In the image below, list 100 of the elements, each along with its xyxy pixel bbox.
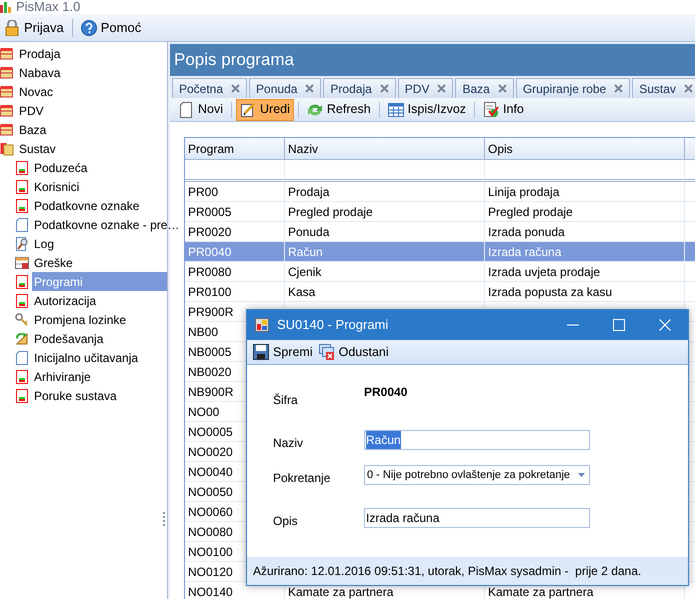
tree-item[interactable]: Poruke sustava xyxy=(32,386,167,405)
tree-item[interactable]: Podešavanja xyxy=(32,329,167,348)
refresh-icon xyxy=(306,102,323,118)
checklist-icon xyxy=(483,102,500,118)
arrow-icon xyxy=(15,332,29,346)
close-icon[interactable] xyxy=(380,84,389,93)
close-icon[interactable] xyxy=(684,84,693,93)
splitter-grip[interactable] xyxy=(163,512,166,526)
table-cell-text: Izrada ponuda xyxy=(488,224,565,240)
menu-item[interactable]: Pomoć xyxy=(78,18,144,38)
table-cell-text: PR0100 xyxy=(188,284,232,300)
dialog-title: SU0140 - Programi xyxy=(277,316,390,334)
column-header[interactable]: Program xyxy=(185,138,285,159)
field-label: Šifra xyxy=(273,392,299,409)
table-row[interactable]: PR0080 Cjenik Izrada uvjeta prodaje xyxy=(185,262,695,282)
table-cell-text: Cjenik xyxy=(288,264,322,280)
tree-item[interactable]: Podatkovne oznake xyxy=(32,196,167,215)
close-icon[interactable] xyxy=(437,84,446,93)
tree-item[interactable]: Podatkovne oznake - pre… xyxy=(32,215,182,234)
column-header[interactable]: Opis xyxy=(485,138,685,159)
table-cell-text: NO0080 xyxy=(188,524,233,540)
bar-chart-icon xyxy=(0,1,12,13)
close-icon[interactable] xyxy=(498,84,507,93)
table-cell-text: NB00 xyxy=(188,324,218,340)
column-header[interactable]: Naziv xyxy=(285,138,485,159)
document-icon xyxy=(178,102,194,118)
dropdown[interactable]: 0 - Nije potrebno ovlaštenje za pokretanje xyxy=(364,465,590,485)
close-icon[interactable] xyxy=(231,84,240,93)
toolbar-button[interactable]: Odustani xyxy=(318,342,389,362)
tree-item[interactable]: PDV xyxy=(17,101,167,120)
table-cell-text: NO0040 xyxy=(188,464,233,480)
tree-item[interactable]: Poduzeća xyxy=(32,158,167,177)
tree-item[interactable]: Autorizacija xyxy=(32,291,167,310)
table-cell-text: NO0140 xyxy=(188,584,233,599)
book-icon xyxy=(0,66,14,80)
tree-item[interactable]: Baza xyxy=(17,120,167,139)
tree-item[interactable]: Inicijalno učitavanja xyxy=(32,348,167,367)
tree-item[interactable]: Nabava xyxy=(17,63,167,82)
toolbar-button[interactable]: Refresh xyxy=(302,98,375,120)
book-icon xyxy=(0,84,14,98)
document-icon xyxy=(15,350,29,364)
document-icon xyxy=(15,160,29,174)
tree-item[interactable]: Log xyxy=(32,234,167,253)
table-cell-text: NB0020 xyxy=(188,364,232,380)
toolbar-button[interactable]: Novi xyxy=(174,98,228,120)
close-icon[interactable] xyxy=(614,84,624,93)
table-cell-text: Ponuda xyxy=(288,224,330,240)
key-icon xyxy=(15,312,29,326)
text-field[interactable]: Izrada računa xyxy=(364,508,590,528)
book-icon xyxy=(0,122,14,136)
tree-item[interactable]: Prodaja xyxy=(17,44,167,63)
table-cell-text: PR0020 xyxy=(188,224,232,240)
table-cell-text: NB900R xyxy=(188,384,234,400)
table-cell-text: NO0100 xyxy=(188,544,233,560)
table-cell-text: PR0040 xyxy=(188,244,232,260)
table-cell-text: PR900R xyxy=(188,304,234,320)
table-row[interactable]: PR0100 Kasa Izrada popusta za kasu xyxy=(185,282,695,302)
table-icon xyxy=(15,256,29,270)
document-icon xyxy=(15,180,29,194)
table-cell-text: NO0050 xyxy=(188,484,233,500)
tree-item[interactable]: Korisnici xyxy=(32,177,167,196)
tree-item[interactable]: Promjena lozinke xyxy=(32,310,167,329)
table-icon xyxy=(388,102,404,118)
text-field[interactable]: Račun xyxy=(364,430,590,450)
document-icon xyxy=(15,274,29,288)
edit-icon xyxy=(240,102,256,118)
tree-item[interactable]: Greške xyxy=(32,253,167,272)
table-row[interactable]: PR0005 Pregled prodaje Pregled prodaje xyxy=(185,202,695,222)
toolbar-button[interactable]: Uredi xyxy=(236,98,294,120)
toolbar-button[interactable]: Ispis/Izvoz xyxy=(384,98,470,120)
toolbar-button[interactable]: Spremi xyxy=(253,342,313,362)
field-label: Pokretanje xyxy=(273,470,332,487)
window-icon xyxy=(255,318,269,332)
document-icon xyxy=(15,198,29,212)
tree-item[interactable]: Novac xyxy=(17,82,167,101)
table-cell-text: Kamate za partnera xyxy=(488,584,594,599)
status-bar: Ažurirano: 12.01.2016 09:51:31, utorak, PisMax sysadmin - prije 2 dana. xyxy=(247,557,688,585)
table-cell-text: NB0005 xyxy=(188,344,232,360)
table-cell-text: Linija prodaja xyxy=(488,184,560,200)
table-row[interactable]: PR00 Prodaja Linija prodaja xyxy=(185,182,695,202)
field-label: Naziv xyxy=(273,435,304,452)
document-icon xyxy=(15,218,29,232)
code-value: PR0040 xyxy=(364,384,408,401)
tree-item[interactable]: Arhiviranje xyxy=(32,367,167,386)
table-cell-text: Pregled prodaje xyxy=(488,204,573,220)
help-icon xyxy=(80,20,97,36)
document-icon xyxy=(15,294,29,308)
tree-item[interactable]: Sustav xyxy=(17,139,167,158)
document-icon xyxy=(15,388,29,402)
menu-item[interactable]: Prijava xyxy=(2,18,66,38)
table-cell-text: Kamate za partnera xyxy=(288,584,394,599)
maximize-icon[interactable] xyxy=(613,319,625,331)
table-cell-text: Izrada uvjeta prodaje xyxy=(488,264,600,280)
table-cell-text: Pregled prodaje xyxy=(288,204,373,220)
toolbar-button[interactable]: Info xyxy=(479,98,528,120)
field-label: Opis xyxy=(273,513,299,530)
close-icon[interactable] xyxy=(305,84,314,93)
table-cell-text: Izrada računa xyxy=(488,244,562,260)
table-cell-text: Izrada popusta za kasu xyxy=(488,284,612,300)
floppy-icon xyxy=(253,344,269,360)
